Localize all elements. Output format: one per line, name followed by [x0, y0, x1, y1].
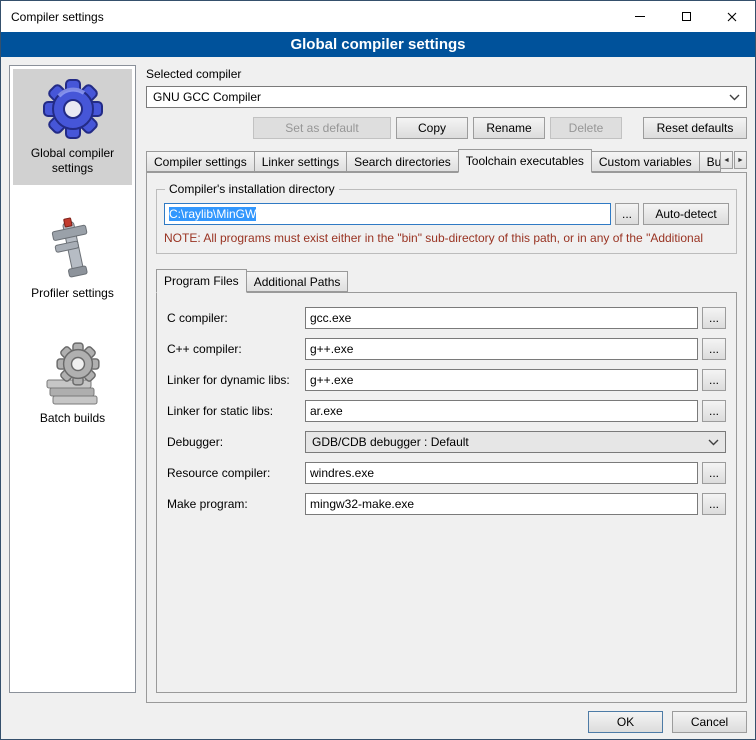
dialog-body: Global compiler settings Profiler se: [1, 57, 755, 739]
toolchain-executables-panel: Compiler's installation directory C:\ray…: [146, 172, 747, 703]
close-button[interactable]: [709, 1, 755, 32]
reset-defaults-button[interactable]: Reset defaults: [643, 117, 747, 139]
copy-button[interactable]: Copy: [396, 117, 468, 139]
maximize-button[interactable]: [663, 1, 709, 32]
tab-search-directories[interactable]: Search directories: [346, 151, 459, 172]
form-row-c-compiler: C compiler: ...: [167, 307, 726, 329]
tab-toolchain-executables[interactable]: Toolchain executables: [458, 149, 592, 173]
subtab-program-files[interactable]: Program Files: [156, 269, 247, 293]
c-compiler-input[interactable]: [305, 307, 698, 329]
tab-scroll-left-button[interactable]: ◄: [720, 151, 733, 169]
installation-directory-label: Compiler's installation directory: [165, 182, 339, 196]
program-files-panel: C compiler: ... C++ compiler: ... Linker…: [156, 292, 737, 693]
field-label: C++ compiler:: [167, 342, 305, 356]
window-title: Compiler settings: [1, 10, 104, 24]
form-row-cpp-compiler: C++ compiler: ...: [167, 338, 726, 360]
form-row-resource-compiler: Resource compiler: ...: [167, 462, 726, 484]
subtab-additional-paths[interactable]: Additional Paths: [246, 271, 349, 292]
auto-detect-button[interactable]: Auto-detect: [643, 203, 729, 225]
installation-directory-input[interactable]: C:\raylib\MinGW: [164, 203, 611, 225]
tab-custom-variables[interactable]: Custom variables: [591, 151, 700, 172]
field-label: Linker for static libs:: [167, 404, 305, 418]
browse-installation-directory-button[interactable]: ...: [615, 203, 639, 225]
page-title: Global compiler settings: [1, 32, 755, 57]
field-label: Debugger:: [167, 435, 305, 449]
browse-static-linker-button[interactable]: ...: [702, 400, 726, 422]
selected-compiler-label: Selected compiler: [146, 67, 747, 81]
cancel-button[interactable]: Cancel: [672, 711, 747, 733]
settings-tabbar: Compiler settings Linker settings Search…: [146, 149, 747, 172]
profiler-tool-icon: [41, 217, 105, 281]
browse-cpp-compiler-button[interactable]: ...: [702, 338, 726, 360]
debugger-value: GDB/CDB debugger : Default: [312, 435, 702, 449]
sidebar-item-global-compiler-settings[interactable]: Global compiler settings: [13, 69, 132, 185]
tab-compiler-settings[interactable]: Compiler settings: [146, 151, 255, 172]
settings-category-sidebar: Global compiler settings Profiler se: [9, 65, 136, 693]
main-panel: Selected compiler GNU GCC Compiler Set a…: [146, 65, 747, 733]
compiler-settings-window: Compiler settings Global compiler settin…: [0, 0, 756, 740]
minimize-button[interactable]: [617, 1, 663, 32]
sidebar-item-label: Global compiler settings: [15, 146, 130, 176]
compiler-actions: Set as default Copy Rename Delete Reset …: [146, 117, 747, 139]
cpp-compiler-input[interactable]: [305, 338, 698, 360]
dialog-footer: OK Cancel: [146, 703, 747, 733]
debugger-select[interactable]: GDB/CDB debugger : Default: [305, 431, 726, 453]
tab-linker-settings[interactable]: Linker settings: [254, 151, 347, 172]
titlebar: Compiler settings: [1, 1, 755, 32]
maximize-icon: [682, 12, 691, 21]
make-program-input[interactable]: [305, 493, 698, 515]
chevron-down-icon: [729, 94, 740, 101]
field-label: C compiler:: [167, 311, 305, 325]
selected-compiler-value: GNU GCC Compiler: [153, 90, 723, 104]
sidebar-item-batch-builds[interactable]: Batch builds: [13, 334, 132, 435]
selected-compiler-select[interactable]: GNU GCC Compiler: [146, 86, 747, 108]
sidebar-item-profiler-settings[interactable]: Profiler settings: [13, 209, 132, 310]
form-row-make-program: Make program: ...: [167, 493, 726, 515]
field-label: Make program:: [167, 497, 305, 511]
browse-dynamic-linker-button[interactable]: ...: [702, 369, 726, 391]
browse-resource-compiler-button[interactable]: ...: [702, 462, 726, 484]
static-libs-linker-input[interactable]: [305, 400, 698, 422]
sidebar-item-label: Batch builds: [40, 411, 105, 426]
delete-button[interactable]: Delete: [550, 117, 622, 139]
installation-directory-value: C:\raylib\MinGW: [169, 207, 256, 221]
rename-button[interactable]: Rename: [473, 117, 545, 139]
blue-gear-icon: [41, 77, 105, 141]
ok-button[interactable]: OK: [588, 711, 663, 733]
resource-compiler-input[interactable]: [305, 462, 698, 484]
close-icon: [727, 12, 737, 22]
browse-c-compiler-button[interactable]: ...: [702, 307, 726, 329]
program-files-subtabs: Program Files Additional Paths: [156, 269, 737, 292]
field-label: Linker for dynamic libs:: [167, 373, 305, 387]
bin-subdirectory-note: NOTE: All programs must exist either in …: [164, 231, 729, 245]
batch-builds-gear-stack-icon: [41, 342, 105, 406]
chevron-down-icon: [708, 439, 719, 446]
form-row-static-linker: Linker for static libs: ...: [167, 400, 726, 422]
tab-scroll-right-button[interactable]: ►: [734, 151, 747, 169]
tab-build-options[interactable]: Build: [699, 151, 721, 172]
browse-make-program-button[interactable]: ...: [702, 493, 726, 515]
form-row-dynamic-linker: Linker for dynamic libs: ...: [167, 369, 726, 391]
field-label: Resource compiler:: [167, 466, 305, 480]
installation-directory-groupbox: Compiler's installation directory C:\ray…: [156, 189, 737, 254]
tab-scroll-controls: ◄ ►: [720, 151, 747, 172]
sidebar-item-label: Profiler settings: [31, 286, 114, 301]
dynamic-libs-linker-input[interactable]: [305, 369, 698, 391]
form-row-debugger: Debugger: GDB/CDB debugger : Default: [167, 431, 726, 453]
minimize-icon: [635, 16, 645, 17]
set-as-default-button[interactable]: Set as default: [253, 117, 391, 139]
window-controls: [617, 1, 755, 32]
installation-directory-row: C:\raylib\MinGW ... Auto-detect: [164, 203, 729, 225]
